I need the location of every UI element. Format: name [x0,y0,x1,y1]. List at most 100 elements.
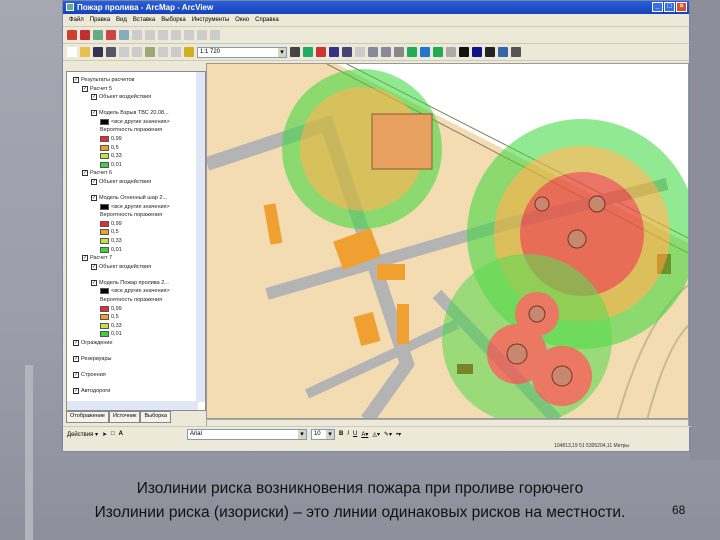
toolbar-button[interactable] [197,30,207,40]
map-scale-select[interactable]: 1:1 720 [197,46,287,58]
layer-checkbox[interactable]: ✓ [82,170,88,177]
tool-button[interactable] [420,47,430,57]
layer-checkbox[interactable]: ✓ [82,85,88,92]
menu-item[interactable]: Вставка [133,14,155,26]
layer-checkbox[interactable]: ✓ [73,77,79,83]
toolbar-button[interactable] [145,30,155,40]
marker-color-icon[interactable]: •▾ [396,431,401,438]
toc-item[interactable]: ✓ Резервуары [73,355,112,363]
layer-checkbox[interactable]: ✓ [91,279,97,286]
toolbar-button[interactable] [119,47,129,57]
toc-item[interactable]: ✓ Ограждение [73,339,113,347]
toc-item[interactable]: 0,99 [100,220,122,228]
tool-button[interactable] [485,47,495,57]
toc-vertical-scrollbar[interactable] [196,72,205,402]
underline-button[interactable]: U [353,431,357,437]
toc-item[interactable]: ✓ Расчет 7 [82,254,112,262]
toc-item[interactable]: ✓ Результаты расчетов [73,76,134,84]
toolbar-button[interactable] [158,47,168,57]
layer-checkbox[interactable]: ✓ [73,356,79,362]
toolbar-button[interactable] [93,47,103,57]
layer-checkbox[interactable]: ✓ [91,195,97,201]
layer-checkbox[interactable]: ✓ [82,255,88,262]
menu-item[interactable]: Правка [90,14,110,26]
menu-item[interactable]: Вид [116,14,127,26]
toolbar-button[interactable] [184,30,194,40]
toc-item[interactable]: 0,5 [100,313,119,321]
tool-button[interactable] [472,47,482,57]
tool-button[interactable] [368,47,378,57]
toc-item[interactable]: Вероятность поражения [100,126,162,134]
toc-item[interactable]: Вероятность поражения [100,296,162,304]
tab-display[interactable]: Отображение [66,411,109,423]
toc-item[interactable]: ✓ Модель Взрыв ТВС 20.08... [91,109,169,117]
toc-item[interactable]: ✓ Автодороги [73,387,110,395]
toc-item[interactable]: ✓ Расчет 5 [82,85,112,93]
tool-button[interactable] [407,47,417,57]
layer-checkbox[interactable]: ✓ [91,263,97,270]
tool-button[interactable] [446,47,456,57]
tool-button[interactable] [511,47,521,57]
font-size-select[interactable]: 10 [310,428,335,440]
maximize-button[interactable]: □ [664,2,675,12]
tool-button[interactable] [394,47,404,57]
table-of-contents[interactable]: ✓ Результаты расчетов ✓ Расчет 5 ✓ Объект воз… [66,71,206,411]
menu-item[interactable]: Выборка [161,14,186,26]
italic-button[interactable]: I [347,431,349,437]
minimize-button[interactable]: _ [652,2,663,12]
toolbar-button[interactable] [93,30,103,40]
tool-button[interactable] [316,47,326,57]
toc-item[interactable]: <все другие значения> [100,203,170,211]
select-arrow-icon[interactable]: ➤ [102,431,107,438]
toc-item[interactable]: 0,33 [100,322,122,330]
layer-checkbox[interactable]: ✓ [73,372,79,378]
toc-item[interactable]: 0,5 [100,144,119,152]
toc-item[interactable]: <все другие значения> [100,287,170,295]
toc-item[interactable]: 0,99 [100,305,122,313]
toc-item[interactable]: 0,33 [100,152,122,160]
toc-item[interactable]: 0,01 [100,330,122,338]
line-color-icon[interactable]: ✎▾ [384,431,392,438]
tool-button[interactable] [329,47,339,57]
toolbar-button[interactable] [184,47,194,57]
tool-button[interactable] [381,47,391,57]
text-icon[interactable]: A [119,431,123,437]
font-select[interactable]: Arial [186,428,307,440]
bold-button[interactable]: B [339,431,343,437]
toolbar-button[interactable] [145,47,155,57]
tab-source[interactable]: Источник [108,411,141,423]
menu-item[interactable]: Окно [235,14,249,26]
fill-color-icon[interactable]: ◬▾ [372,431,380,438]
toolbar-button[interactable] [106,47,116,57]
toc-item[interactable]: ✓ Строения [73,371,106,379]
layer-checkbox[interactable]: ✓ [91,110,97,117]
toc-horizontal-scrollbar[interactable] [67,401,198,410]
toolbar-button[interactable] [158,30,168,40]
menu-item[interactable]: Файл [69,14,84,26]
layer-checkbox[interactable]: ✓ [91,179,97,185]
toolbar-button[interactable] [119,30,129,40]
layer-checkbox[interactable]: ✓ [73,388,79,394]
toolbar-button[interactable] [210,30,220,40]
toolbar-button[interactable] [171,47,181,57]
drawing-actions-menu[interactable]: Действия ▾ [67,431,98,438]
menu-item[interactable]: Справка [255,14,279,26]
toc-item[interactable]: ✓ Расчет 6 [82,169,112,177]
toolbar-button[interactable] [106,30,116,40]
font-color-icon[interactable]: A▾ [361,431,368,438]
toolbar-button[interactable] [132,47,142,57]
menu-item[interactable]: Инструменты [192,14,229,26]
toc-item[interactable]: ✓ Модель Пожар пролива 2... [91,279,169,287]
tool-button[interactable] [498,47,508,57]
close-button[interactable]: × [676,2,687,12]
tab-selection[interactable]: Выборка [140,411,171,423]
tool-button[interactable] [290,47,300,57]
toc-item[interactable]: 0,5 [100,228,119,236]
toc-item[interactable]: ✓ Объект воздействия [91,178,151,186]
toc-item[interactable]: ✓ Модель Огненный шар 2... [91,194,167,202]
toolbar-button[interactable] [171,30,181,40]
toolbar-button[interactable] [80,47,90,57]
toc-item[interactable]: 0,01 [100,161,122,169]
toolbar-button[interactable] [132,30,142,40]
map-view[interactable] [206,63,689,419]
